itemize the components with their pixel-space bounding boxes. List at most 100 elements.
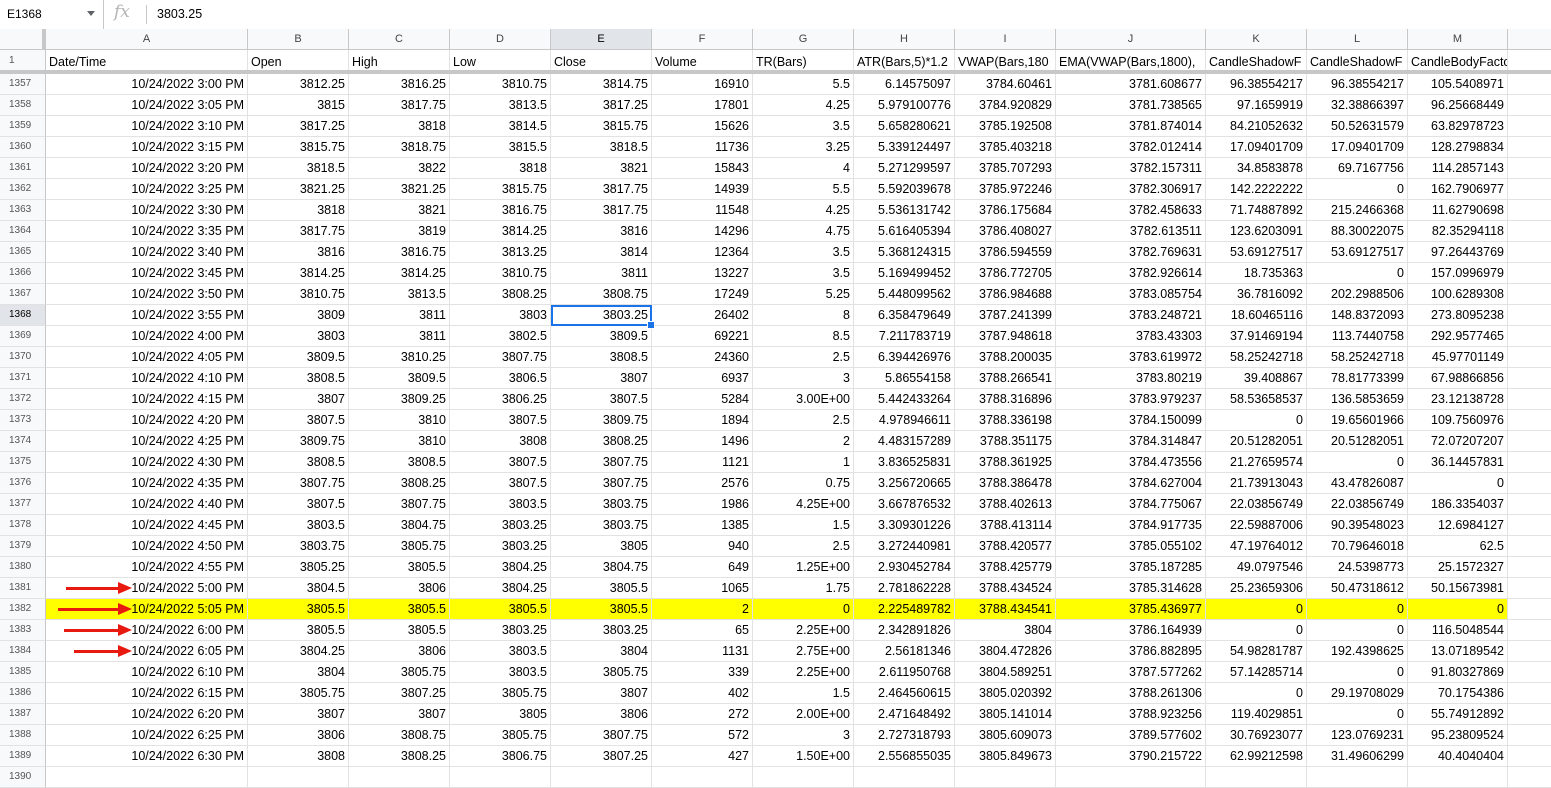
table-cell[interactable]: 3813.25 (450, 242, 551, 263)
table-cell[interactable]: 3814.25 (349, 263, 450, 284)
table-cell[interactable]: 3788.923256 (1056, 704, 1206, 725)
table-cell[interactable]: 2.471648492 (854, 704, 955, 725)
table-cell[interactable]: 3.256720665 (854, 473, 955, 494)
table-cell[interactable]: 97.26443769 (1408, 242, 1508, 263)
table-cell[interactable]: 3807.5 (248, 410, 349, 431)
table-cell[interactable]: 10/24/2022 4:50 PM (46, 536, 248, 557)
table-cell[interactable]: 10/24/2022 4:15 PM (46, 389, 248, 410)
table-cell[interactable]: 3804.25 (248, 641, 349, 662)
table-cell[interactable]: 3782.458633 (1056, 200, 1206, 221)
table-cell[interactable]: 54.98281787 (1206, 641, 1307, 662)
table-cell-overflow[interactable] (1508, 746, 1551, 767)
table-cell[interactable]: 3789.577602 (1056, 725, 1206, 746)
table-cell[interactable]: 3805.75 (450, 683, 551, 704)
table-cell[interactable] (753, 767, 854, 788)
table-cell[interactable]: 3786.408027 (955, 221, 1056, 242)
table-cell[interactable] (1206, 767, 1307, 788)
table-cell[interactable]: 3804.5 (248, 578, 349, 599)
table-cell[interactable]: 3803.75 (551, 494, 652, 515)
table-cell[interactable]: 3807 (551, 368, 652, 389)
table-cell[interactable]: 22.03856749 (1307, 494, 1408, 515)
table-cell[interactable]: 192.4398625 (1307, 641, 1408, 662)
table-cell[interactable]: 2.556855035 (854, 746, 955, 767)
table-cell[interactable]: 70.79646018 (1307, 536, 1408, 557)
table-cell[interactable]: 50.52631579 (1307, 116, 1408, 137)
table-cell[interactable]: 186.3354037 (1408, 494, 1508, 515)
table-cell[interactable]: 84.21052632 (1206, 116, 1307, 137)
table-cell[interactable]: 123.0769231 (1307, 725, 1408, 746)
table-cell[interactable]: 50.47318612 (1307, 578, 1408, 599)
table-cell[interactable]: 3816.75 (349, 242, 450, 263)
table-cell[interactable]: 11.62790698 (1408, 200, 1508, 221)
table-cell[interactable]: 0 (1408, 473, 1508, 494)
table-cell[interactable]: 123.6203091 (1206, 221, 1307, 242)
table-cell[interactable]: 3782.926614 (1056, 263, 1206, 284)
table-cell[interactable]: 6.14575097 (854, 74, 955, 95)
table-cell[interactable]: 273.8095238 (1408, 305, 1508, 326)
row-header-1367[interactable]: 1367 (0, 284, 46, 305)
table-cell[interactable]: 25.23659306 (1206, 578, 1307, 599)
table-cell[interactable]: 3808.75 (551, 284, 652, 305)
row-header-1376[interactable]: 1376 (0, 473, 46, 494)
table-cell-overflow[interactable] (1508, 263, 1551, 284)
row-header-1370[interactable]: 1370 (0, 347, 46, 368)
table-cell[interactable]: 3.5 (753, 116, 854, 137)
table-cell[interactable]: 96.38554217 (1206, 74, 1307, 95)
table-cell[interactable]: 3806 (349, 641, 450, 662)
table-cell[interactable]: 3805.5 (349, 599, 450, 620)
table-cell-overflow[interactable] (1508, 599, 1551, 620)
table-cell[interactable]: 3785.187285 (1056, 557, 1206, 578)
table-cell[interactable]: 3805.609073 (955, 725, 1056, 746)
table-cell[interactable]: 95.23809524 (1408, 725, 1508, 746)
table-cell[interactable]: 70.1754386 (1408, 683, 1508, 704)
table-cell[interactable]: 3.5 (753, 263, 854, 284)
table-cell[interactable]: 3785.972246 (955, 179, 1056, 200)
table-cell[interactable]: 26402 (652, 305, 753, 326)
table-cell[interactable]: 17801 (652, 95, 753, 116)
table-cell-overflow[interactable] (1508, 242, 1551, 263)
table-cell[interactable]: 4.483157289 (854, 431, 955, 452)
table-cell[interactable]: 3803 (450, 305, 551, 326)
table-cell[interactable]: 3809 (248, 305, 349, 326)
table-cell[interactable]: 3810.75 (450, 263, 551, 284)
table-cell[interactable]: 5.592039678 (854, 179, 955, 200)
table-cell[interactable]: 3.836525831 (854, 452, 955, 473)
table-cell[interactable]: 3803.5 (450, 494, 551, 515)
table-cell[interactable]: 4.978946611 (854, 410, 955, 431)
table-cell[interactable]: 24.5398773 (1307, 557, 1408, 578)
table-cell-overflow[interactable] (1508, 725, 1551, 746)
row-header-1381[interactable]: 1381 (0, 578, 46, 599)
table-cell-overflow[interactable] (1508, 284, 1551, 305)
row-header-1387[interactable]: 1387 (0, 704, 46, 725)
table-cell[interactable]: 5.25 (753, 284, 854, 305)
table-cell[interactable]: 3781.738565 (1056, 95, 1206, 116)
table-cell[interactable]: 3817.75 (248, 221, 349, 242)
table-cell[interactable]: 90.39548023 (1307, 515, 1408, 536)
table-cell[interactable]: 0 (753, 599, 854, 620)
table-cell[interactable]: 5.339124497 (854, 137, 955, 158)
table-cell[interactable]: 3816.75 (450, 200, 551, 221)
fill-handle[interactable] (647, 321, 655, 329)
table-cell[interactable]: 96.25668449 (1408, 95, 1508, 116)
table-cell[interactable]: 6.358479649 (854, 305, 955, 326)
table-cell[interactable]: 3804.472826 (955, 641, 1056, 662)
table-cell-overflow[interactable] (1508, 662, 1551, 683)
table-cell[interactable]: 113.7440758 (1307, 326, 1408, 347)
row-header-1388[interactable]: 1388 (0, 725, 46, 746)
table-cell[interactable]: 3783.248721 (1056, 305, 1206, 326)
table-cell[interactable] (652, 767, 753, 788)
table-cell[interactable]: 10/24/2022 3:00 PM (46, 74, 248, 95)
table-cell[interactable]: 3.667876532 (854, 494, 955, 515)
table-cell[interactable]: 71.74887892 (1206, 200, 1307, 221)
table-cell[interactable]: 3805.75 (349, 662, 450, 683)
table-cell[interactable]: 69221 (652, 326, 753, 347)
table-cell[interactable]: 43.47826087 (1307, 473, 1408, 494)
column-header-k[interactable]: K (1206, 29, 1307, 50)
table-cell[interactable]: 10/24/2022 3:45 PM (46, 263, 248, 284)
row-header-1358[interactable]: 1358 (0, 95, 46, 116)
table-cell[interactable]: 3815.75 (450, 179, 551, 200)
table-cell[interactable]: 3813.5 (349, 284, 450, 305)
table-cell-overflow[interactable] (1508, 494, 1551, 515)
table-cell[interactable]: 142.2222222 (1206, 179, 1307, 200)
table-cell[interactable]: 3781.874014 (1056, 116, 1206, 137)
